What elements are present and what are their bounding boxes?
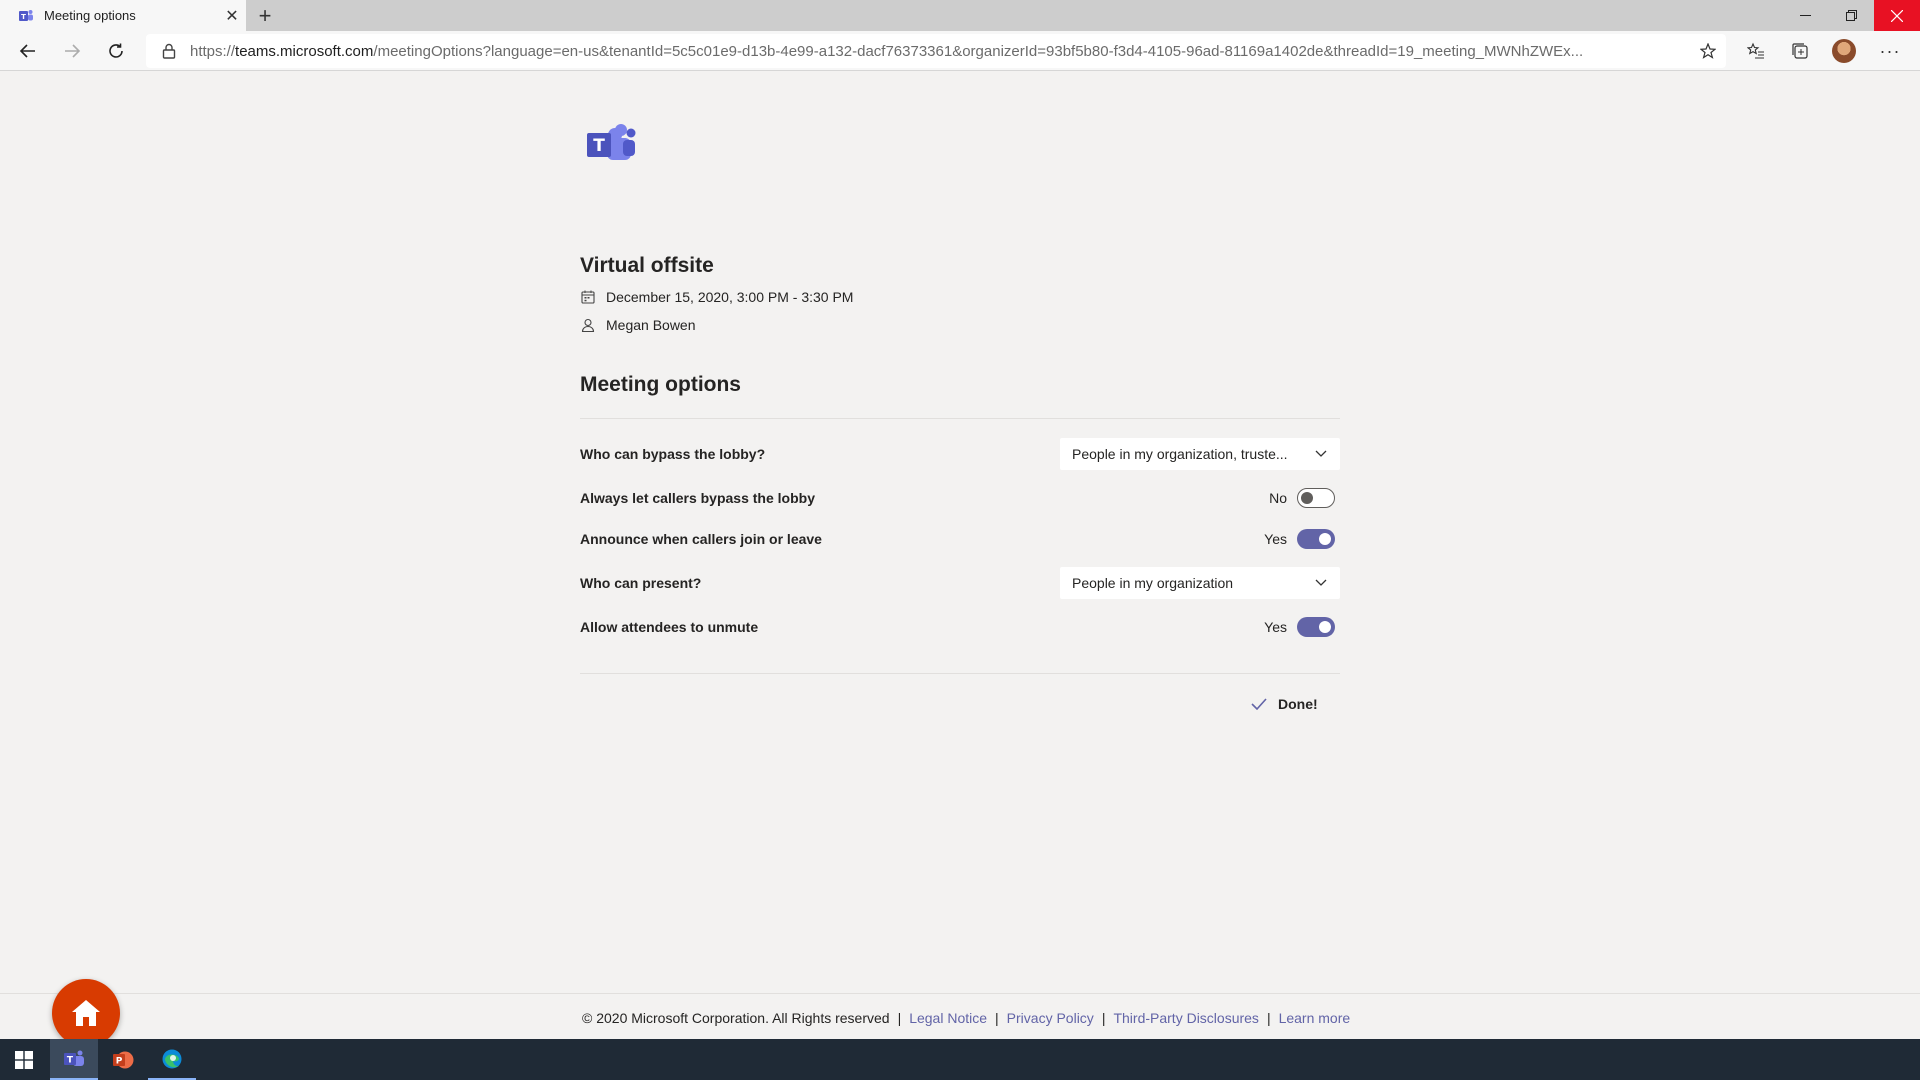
callers-bypass-row: Always let callers bypass the lobby No xyxy=(580,480,1340,516)
divider xyxy=(580,673,1340,674)
windows-logo-icon xyxy=(15,1050,33,1069)
callers-bypass-label: Always let callers bypass the lobby xyxy=(580,490,815,506)
unmute-toggle-group: Yes xyxy=(1264,617,1335,637)
chevron-down-icon xyxy=(1314,576,1328,590)
bypass-lobby-value: People in my organization, truste... xyxy=(1072,446,1288,462)
footer-separator: | xyxy=(897,1010,902,1026)
copyright-text: © 2020 Microsoft Corporation. All Rights… xyxy=(582,1010,890,1026)
taskbar-powerpoint-app[interactable]: P xyxy=(99,1039,147,1080)
back-button[interactable] xyxy=(12,35,44,67)
url-host: teams.microsoft.com xyxy=(235,42,374,60)
meeting-datetime-row: December 15, 2020, 3:00 PM - 3:30 PM xyxy=(580,289,853,305)
favorites-icon[interactable] xyxy=(1744,39,1768,63)
forward-button[interactable] xyxy=(56,35,88,67)
present-value: People in my organization xyxy=(1072,575,1234,591)
meeting-datetime: December 15, 2020, 3:00 PM - 3:30 PM xyxy=(606,289,854,305)
browser-tab-active[interactable]: T Meeting options ✕ xyxy=(0,0,246,31)
bypass-lobby-dropdown[interactable]: People in my organization, truste... xyxy=(1060,438,1340,470)
avatar-image xyxy=(1832,39,1856,63)
unmute-label: Allow attendees to unmute xyxy=(580,619,759,635)
present-label: Who can present? xyxy=(580,575,702,591)
powerpoint-app-icon: P xyxy=(113,1051,134,1068)
unmute-toggle[interactable] xyxy=(1297,617,1335,637)
svg-text:T: T xyxy=(593,136,605,156)
minimize-window-button[interactable] xyxy=(1782,0,1828,31)
teams-tab-icon: T xyxy=(18,8,34,24)
announce-row: Announce when callers join or leave Yes xyxy=(580,521,1340,557)
unmute-state: Yes xyxy=(1264,619,1287,635)
done-button[interactable]: Done! xyxy=(1250,688,1318,720)
announce-toggle-group: Yes xyxy=(1264,529,1335,549)
more-menu-icon[interactable]: ··· xyxy=(1878,39,1902,63)
windows-taskbar: T P xyxy=(0,1039,1920,1080)
present-row: Who can present? People in my organizati… xyxy=(580,565,1340,601)
meeting-title: Virtual offsite xyxy=(580,254,714,277)
chevron-down-icon xyxy=(1314,447,1328,461)
back-arrow-icon xyxy=(19,44,35,58)
privacy-policy-link[interactable]: Privacy Policy xyxy=(1007,1010,1094,1026)
callers-bypass-toggle-group: No xyxy=(1269,488,1335,508)
meeting-organizer: Megan Bowen xyxy=(606,317,696,333)
announce-state: Yes xyxy=(1264,531,1287,547)
person-icon xyxy=(580,317,596,333)
teams-app-icon: T xyxy=(64,1050,84,1066)
footer: © 2020 Microsoft Corporation. All Rights… xyxy=(582,1010,1350,1026)
checkmark-icon xyxy=(1250,695,1268,713)
third-party-disclosures-link[interactable]: Third-Party Disclosures xyxy=(1113,1010,1258,1026)
meeting-options-page: T Virtual offsite December 15, 2020, 3:0… xyxy=(0,71,1920,1047)
close-tab-icon[interactable]: ✕ xyxy=(218,2,246,30)
tab-title: Meeting options xyxy=(44,8,136,23)
unmute-row: Allow attendees to unmute Yes xyxy=(580,609,1340,645)
url-text[interactable]: https://teams.microsoft.com/meetingOptio… xyxy=(190,43,1690,60)
learn-more-link[interactable]: Learn more xyxy=(1279,1010,1351,1026)
favorite-star-icon[interactable] xyxy=(1698,41,1718,61)
announce-label: Announce when callers join or leave xyxy=(580,531,822,547)
teams-logo-icon: T xyxy=(585,121,637,171)
section-title: Meeting options xyxy=(580,373,741,396)
footer-separator: | xyxy=(1101,1010,1106,1026)
new-tab-button[interactable]: + xyxy=(251,2,279,30)
bypass-lobby-row: Who can bypass the lobby? People in my o… xyxy=(580,436,1340,472)
present-dropdown[interactable]: People in my organization xyxy=(1060,567,1340,599)
svg-text:T: T xyxy=(21,13,26,21)
announce-toggle[interactable] xyxy=(1297,529,1335,549)
legal-notice-link[interactable]: Legal Notice xyxy=(909,1010,987,1026)
home-button[interactable] xyxy=(52,979,120,1047)
callers-bypass-state: No xyxy=(1269,490,1287,506)
close-window-button[interactable] xyxy=(1874,0,1920,31)
browser-tab-bar: T Meeting options ✕ + xyxy=(0,0,1920,31)
calendar-icon xyxy=(580,289,596,305)
svg-text:T: T xyxy=(67,1055,74,1065)
divider xyxy=(580,418,1340,419)
url-path: /meetingOptions?language=en-us&tenantId=… xyxy=(373,42,1584,60)
svg-text:P: P xyxy=(116,1056,123,1066)
browser-nav-bar: https://teams.microsoft.com/meetingOptio… xyxy=(0,31,1920,71)
footer-separator: | xyxy=(1266,1010,1271,1026)
url-scheme: https:// xyxy=(190,42,236,60)
restore-window-button[interactable] xyxy=(1828,0,1874,31)
profile-avatar[interactable] xyxy=(1832,39,1856,63)
taskbar-teams-app[interactable]: T xyxy=(50,1039,98,1080)
taskbar-edge-app[interactable] xyxy=(148,1039,196,1080)
lock-icon[interactable] xyxy=(154,43,184,59)
bypass-lobby-label: Who can bypass the lobby? xyxy=(580,446,766,462)
meeting-organizer-row: Megan Bowen xyxy=(580,317,696,333)
callers-bypass-toggle[interactable] xyxy=(1297,488,1335,508)
edge-browser-icon xyxy=(162,1049,182,1068)
home-icon xyxy=(72,1000,100,1026)
footer-separator: | xyxy=(995,1010,999,1026)
reload-button[interactable] xyxy=(100,35,132,67)
forward-arrow-icon xyxy=(65,44,81,58)
done-label: Done! xyxy=(1278,696,1318,712)
reload-icon xyxy=(109,43,123,58)
collections-icon[interactable] xyxy=(1788,39,1812,63)
address-bar[interactable]: https://teams.microsoft.com/meetingOptio… xyxy=(146,34,1726,68)
start-button[interactable] xyxy=(0,1039,48,1080)
footer-divider xyxy=(0,993,1920,994)
